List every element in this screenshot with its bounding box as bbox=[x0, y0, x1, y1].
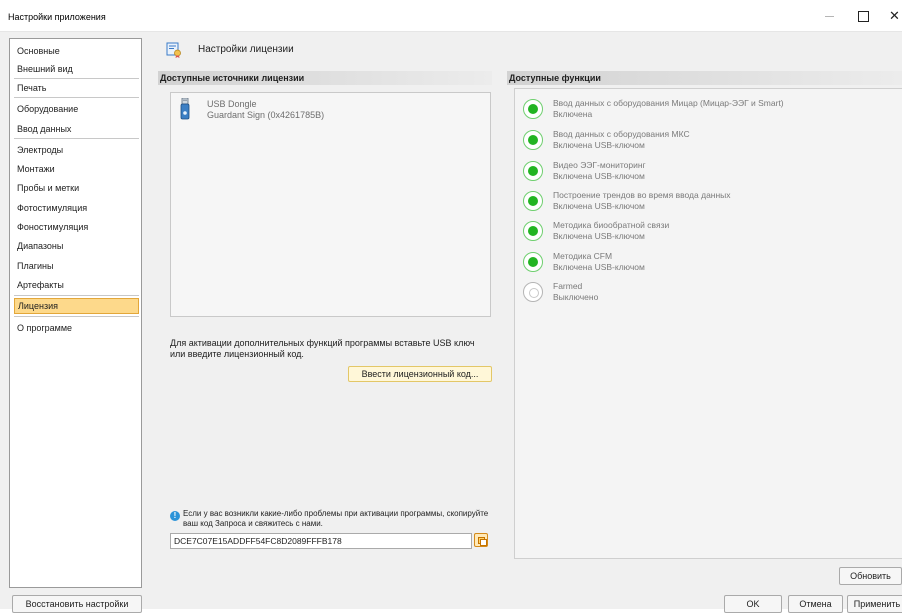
settings-sidebar: Основные Внешний вид Печать Оборудование… bbox=[9, 38, 142, 588]
license-source-name: USB Dongle bbox=[207, 99, 257, 109]
sidebar-divider bbox=[14, 78, 139, 79]
sidebar-item-appearance[interactable]: Внешний вид bbox=[14, 61, 139, 77]
window-title: Настройки приложения bbox=[8, 12, 106, 22]
sidebar-item-general[interactable]: Основные bbox=[14, 43, 139, 59]
feature-name: Методика биообратной связи bbox=[553, 220, 670, 230]
feature-item: Ввод данных с оборудования МКС Включена … bbox=[523, 129, 902, 157]
feature-enabled-icon bbox=[523, 161, 543, 181]
sidebar-item-data-input[interactable]: Ввод данных bbox=[14, 121, 139, 137]
sidebar-item-hardware[interactable]: Оборудование bbox=[14, 101, 139, 117]
feature-name: Farmed bbox=[553, 281, 583, 291]
sidebar-divider bbox=[14, 295, 139, 296]
feature-item: Ввод данных с оборудования Мицар (Мицар-… bbox=[523, 98, 902, 126]
feature-status: Включена USB-ключом bbox=[553, 262, 645, 272]
activation-instructions: Для активации дополнительных функций про… bbox=[170, 338, 475, 359]
request-code-field[interactable]: DCE7C07E15ADDFF54FC8D2089FFFB178 bbox=[170, 533, 472, 549]
feature-status: Выключено bbox=[553, 292, 599, 302]
feature-status: Включена bbox=[553, 109, 593, 119]
sidebar-item-license[interactable]: Лицензия bbox=[14, 298, 139, 314]
copy-code-button[interactable] bbox=[474, 533, 488, 547]
sidebar-divider bbox=[14, 316, 139, 317]
feature-name: Ввод данных с оборудования Мицар (Мицар-… bbox=[553, 98, 784, 108]
sidebar-item-montages[interactable]: Монтажи bbox=[14, 161, 139, 177]
title-bar: Настройки приложения ✕ bbox=[0, 0, 902, 32]
feature-status: Включена USB-ключом bbox=[553, 201, 645, 211]
sidebar-item-electrodes[interactable]: Электроды bbox=[14, 142, 139, 158]
sidebar-item-photostimulation[interactable]: Фотостимуляция bbox=[14, 200, 139, 216]
info-icon: ! bbox=[170, 511, 180, 521]
feature-name: Видео ЭЭГ-мониторинг bbox=[553, 160, 646, 170]
license-sources-header: Доступные источники лицензии bbox=[158, 71, 492, 85]
feature-status: Включена USB-ключом bbox=[553, 140, 645, 150]
feature-status: Включена USB-ключом bbox=[553, 231, 645, 241]
feature-item: Методика CFM Включена USB-ключом bbox=[523, 251, 902, 279]
minimize-button[interactable] bbox=[823, 10, 837, 22]
restore-settings-button[interactable]: Восстановить настройки bbox=[12, 595, 142, 613]
license-source-detail: Guardant Sign (0x4261785B) bbox=[207, 110, 325, 120]
sidebar-item-artifacts[interactable]: Артефакты bbox=[14, 277, 139, 293]
license-sources-list: USB Dongle Guardant Sign (0x4261785B) bbox=[170, 92, 491, 317]
feature-name: Методика CFM bbox=[553, 251, 613, 261]
feature-item: Farmed Выключено bbox=[523, 281, 902, 309]
license-certificate-icon bbox=[166, 42, 181, 58]
ok-button[interactable]: OK bbox=[724, 595, 782, 613]
sidebar-item-samples-marks[interactable]: Пробы и метки bbox=[14, 180, 139, 196]
maximize-button[interactable] bbox=[857, 10, 871, 22]
settings-window: Настройки приложения ✕ Основные Внешний … bbox=[0, 0, 902, 613]
activation-help-text: Если у вас возникли какие-либо проблемы … bbox=[183, 509, 489, 528]
feature-enabled-icon bbox=[523, 130, 543, 150]
feature-enabled-icon bbox=[523, 191, 543, 211]
feature-name: Построение трендов во время ввода данных bbox=[553, 190, 731, 200]
feature-enabled-icon bbox=[523, 221, 543, 241]
usb-dongle-icon bbox=[180, 98, 190, 120]
refresh-button[interactable]: Обновить bbox=[839, 567, 902, 585]
sidebar-item-phonostimulation[interactable]: Фоностимуляция bbox=[14, 219, 139, 235]
feature-name: Ввод данных с оборудования МКС bbox=[553, 129, 690, 139]
available-features-list: Ввод данных с оборудования Мицар (Мицар-… bbox=[514, 88, 902, 559]
feature-item: Видео ЭЭГ-мониторинг Включена USB-ключом bbox=[523, 160, 902, 188]
feature-item: Методика биообратной связи Включена USB-… bbox=[523, 220, 902, 248]
sidebar-divider bbox=[14, 97, 139, 98]
page-title: Настройки лицензии bbox=[198, 44, 294, 55]
close-button[interactable]: ✕ bbox=[889, 9, 902, 22]
apply-button[interactable]: Применить bbox=[847, 595, 902, 613]
feature-status: Включена USB-ключом bbox=[553, 171, 645, 181]
sidebar-item-about[interactable]: О программе bbox=[14, 320, 139, 336]
cancel-button[interactable]: Отмена bbox=[788, 595, 843, 613]
available-features-header: Доступные функции bbox=[507, 71, 902, 85]
sidebar-divider bbox=[14, 138, 139, 139]
feature-item: Построение трендов во время ввода данных… bbox=[523, 190, 902, 218]
sidebar-item-print[interactable]: Печать bbox=[14, 80, 139, 96]
sidebar-item-ranges[interactable]: Диапазоны bbox=[14, 238, 139, 254]
feature-enabled-icon bbox=[523, 99, 543, 119]
enter-license-code-button[interactable]: Ввести лицензионный код... bbox=[348, 366, 492, 382]
feature-enabled-icon bbox=[523, 252, 543, 272]
sidebar-item-plugins[interactable]: Плагины bbox=[14, 258, 139, 274]
feature-disabled-icon bbox=[523, 282, 543, 302]
